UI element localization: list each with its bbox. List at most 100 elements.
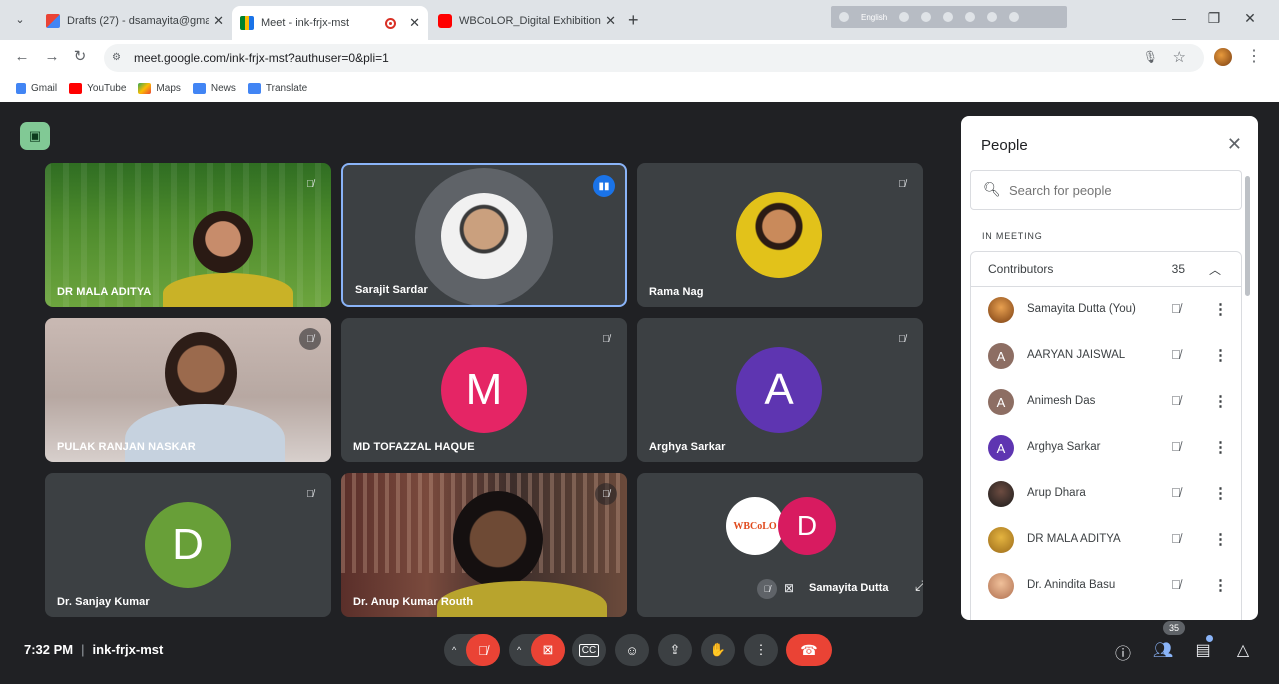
participant-tile[interactable]: 🎙̸ DR MALA ADITYA — [45, 163, 331, 307]
more-options-icon[interactable]: ⋮ — [1213, 484, 1228, 502]
participant-name: Animesh Das — [1027, 395, 1096, 407]
browser-toolbar: ← → ↻ ⚙ meet.google.com/ink-frjx-mst?aut… — [0, 40, 1279, 74]
close-tab-icon[interactable]: ✕ — [213, 13, 224, 29]
bookmark-news[interactable]: News — [192, 82, 236, 94]
gmail-icon — [16, 82, 26, 94]
bookmark-translate[interactable]: Translate — [247, 82, 308, 94]
search-input[interactable] — [1009, 180, 1229, 200]
bookmark-gmail[interactable]: Gmail — [16, 82, 57, 94]
bookmark-youtube[interactable]: YouTube — [69, 82, 126, 94]
more-options-button[interactable]: ⋮ — [744, 634, 778, 666]
more-options-icon[interactable]: ⋮ — [1213, 346, 1228, 364]
language-bar[interactable]: English — [831, 6, 1067, 28]
list-item[interactable]: A Animesh Das 🎙̸ ⋮ — [971, 379, 1241, 425]
close-tab-icon[interactable]: ✕ — [605, 13, 616, 29]
search-field[interactable]: 🔍︎ — [970, 170, 1242, 210]
panel-scrollbar[interactable] — [1245, 176, 1250, 296]
mic-off-icon: 🎙̸ — [595, 483, 617, 505]
activities-icon[interactable]: △ — [1232, 640, 1254, 660]
list-item[interactable]: A Arghya Sarkar 🎙̸ ⋮ — [971, 425, 1241, 471]
address-bar[interactable]: ⚙ meet.google.com/ink-frjx-mst?authuser=… — [104, 44, 1204, 72]
close-tab-icon[interactable]: ✕ — [409, 15, 420, 31]
more-options-icon[interactable]: ⋮ — [1213, 530, 1228, 548]
reactions-button[interactable]: ☺ — [615, 634, 649, 666]
chrome-menu-icon[interactable]: ⋮ — [1246, 46, 1262, 66]
forward-icon[interactable]: → — [42, 49, 62, 65]
language-label: English — [861, 12, 888, 22]
more-options-icon[interactable]: ⋮ — [1213, 300, 1228, 318]
participant-tile[interactable]: 🎙̸ Rama Nag — [637, 163, 923, 307]
participant-tile[interactable]: D 🎙̸ Dr. Sanjay Kumar — [45, 473, 331, 617]
list-item[interactable]: Samayita Dutta (You) 🎙̸ ⋮ — [971, 287, 1241, 333]
close-window-button[interactable]: ✕ — [1240, 10, 1260, 27]
participant-tile[interactable]: 🎙̸ PULAK RANJAN NASKAR — [45, 318, 331, 462]
present-button[interactable]: ⇪ — [658, 634, 692, 666]
maps-icon — [138, 82, 152, 94]
site-info-icon[interactable]: ⚙ — [112, 52, 121, 63]
chat-icon[interactable]: ▤ — [1192, 640, 1214, 660]
participant-name: AARYAN JAISWAL — [1027, 349, 1126, 361]
tab-youtube[interactable]: WBCoLOR_Digital Exhibition - Y ✕ — [430, 6, 624, 36]
raise-hand-button[interactable]: ✋ — [701, 634, 735, 666]
participant-tile[interactable]: 🎙̸ Dr. Anup Kumar Routh — [341, 473, 627, 617]
reload-icon[interactable]: ↻ — [70, 49, 90, 65]
meeting-details-icon[interactable]: ⓘ — [1112, 640, 1134, 664]
new-tab-button[interactable]: + — [628, 10, 639, 30]
close-icon[interactable]: ✕ — [1227, 134, 1242, 155]
clock-icon — [1009, 12, 1020, 22]
more-options-icon[interactable]: ⋮ — [1213, 392, 1228, 410]
people-icon[interactable]: 👥︎ — [1152, 640, 1174, 660]
participant-tile[interactable]: M 🎙̸ MD TOFAZZAL HAQUE — [341, 318, 627, 462]
url-text[interactable]: meet.google.com/ink-frjx-mst?authuser=0&… — [134, 51, 389, 65]
restore-button[interactable]: ❐ — [1204, 10, 1224, 27]
bookmark-label: Maps — [156, 82, 181, 94]
minimize-button[interactable]: — — [1169, 10, 1189, 26]
list-item[interactable]: Arup Dhara 🎙̸ ⋮ — [971, 471, 1241, 517]
profile-avatar[interactable] — [1214, 48, 1232, 66]
tab-search-icon[interactable]: ⌄ — [10, 10, 30, 30]
avatar-initial: A — [996, 394, 1006, 410]
mic-control-group[interactable]: ^ 🎙̸ — [444, 634, 500, 666]
camera-off-button[interactable]: ⊠ — [531, 634, 565, 666]
expand-icon[interactable]: ⤢ — [915, 577, 923, 594]
tab-strip: ⌄ Drafts (27) - dsamayita@gmail.c ✕ Meet… — [0, 0, 1279, 40]
camera-control-group[interactable]: ^ ⊠ — [509, 634, 565, 666]
mic-off-icon: 🎙̸ — [1171, 531, 1181, 546]
bookmark-label: Translate — [265, 82, 308, 94]
mic-off-button[interactable]: 🎙̸ — [466, 634, 500, 666]
participant-video — [193, 211, 253, 273]
captions-button[interactable]: CC — [572, 634, 606, 666]
more-options-icon[interactable]: ⋮ — [1213, 576, 1228, 594]
people-panel: People ✕ 🔍︎ IN MEETING Contributors 35 ︿… — [961, 116, 1258, 620]
settings-icon — [943, 12, 954, 22]
mic-off-icon: 🎙̸ — [898, 333, 906, 345]
leave-call-button[interactable]: ☎ — [786, 634, 832, 666]
avatar — [988, 527, 1014, 553]
list-item[interactable]: A AARYAN JAISWAL 🎙̸ ⋮ — [971, 333, 1241, 379]
avatar: A — [988, 435, 1014, 461]
contributors-group-header[interactable]: Contributors 35 ︿ — [970, 251, 1242, 287]
back-icon[interactable]: ← — [12, 49, 32, 65]
wbcolor-logo: WBCoLO — [726, 497, 784, 555]
more-options-icon[interactable]: ⋮ — [1213, 438, 1228, 456]
bookmark-star-icon[interactable]: ☆ — [1173, 48, 1186, 66]
avatar: M — [441, 347, 527, 433]
avatar-initial: A — [996, 348, 1006, 364]
companion-mode-icon[interactable]: ▣ — [20, 122, 50, 150]
group-label: Contributors — [988, 262, 1054, 276]
avatar — [736, 192, 822, 278]
bookmark-maps[interactable]: Maps — [138, 82, 181, 94]
tab-gmail[interactable]: Drafts (27) - dsamayita@gmail.c ✕ — [38, 6, 232, 36]
list-item[interactable]: DR MALA ADITYA 🎙̸ ⋮ — [971, 517, 1241, 563]
self-view-tile[interactable]: WBCoLO D 🎙̸ ⊠ Samayita Dutta ⤢ — [637, 473, 923, 617]
chevron-up-icon[interactable]: ^ — [517, 645, 521, 655]
translate-icon — [247, 82, 261, 94]
keyboard-icon — [899, 12, 910, 22]
mic-icon[interactable]: 🎙 — [1143, 50, 1158, 64]
participant-tile[interactable]: ▮▮ Sarajit Sardar — [341, 163, 627, 307]
tab-meet[interactable]: Meet - ink-frjx-mst ✕ — [232, 6, 428, 40]
chevron-up-icon[interactable]: ^ — [452, 645, 456, 655]
list-item[interactable]: Dr. Anindita Basu 🎙̸ ⋮ — [971, 563, 1241, 609]
participant-tile[interactable]: A 🎙̸ Arghya Sarkar — [637, 318, 923, 462]
participant-name: Sarajit Sardar — [355, 284, 428, 296]
